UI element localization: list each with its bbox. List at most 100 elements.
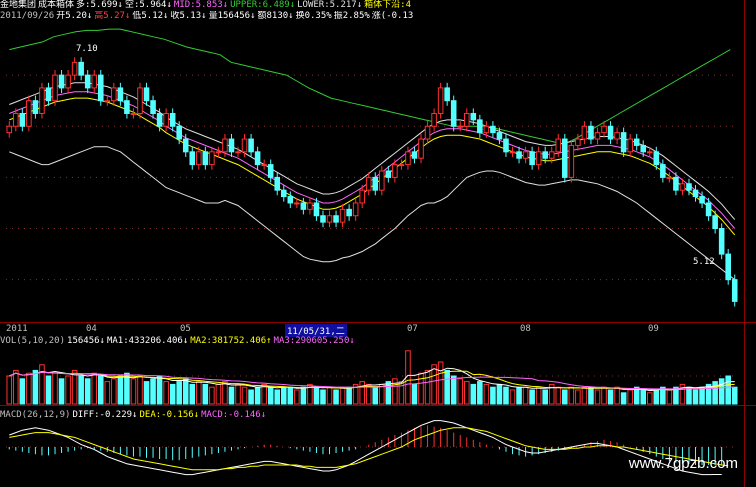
candle-body-64 [424, 125, 431, 140]
candle-body-3 [26, 100, 32, 127]
candle-body-50 [333, 215, 339, 223]
candle-body-83 [548, 151, 555, 159]
candle-body-44 [294, 202, 300, 205]
vol-bar-0 [6, 375, 13, 405]
vol-bar-5 [39, 364, 45, 405]
candle-body-9 [65, 74, 71, 89]
vol-bar-73 [483, 383, 490, 405]
vol-bar-9 [65, 375, 71, 405]
candle-body-35 [235, 151, 241, 154]
date-label-05: 05 [180, 324, 191, 334]
vol-bar-77 [509, 389, 516, 405]
candle-body-39 [261, 164, 267, 167]
candle-body-99 [653, 151, 660, 166]
macd-header-item-1: DIFF:-0.229↓ [72, 410, 138, 420]
candle-body-107 [705, 202, 712, 217]
candle-body-49 [326, 215, 333, 223]
candle-body-103 [679, 183, 686, 191]
vol-bar-49 [326, 386, 333, 405]
vol-bar-84 [555, 386, 562, 405]
vol-bar-104 [686, 386, 692, 405]
candle-body-2 [19, 112, 26, 127]
candle-body-4 [32, 100, 39, 114]
vol-bar-94 [620, 392, 627, 405]
candle-body-108 [712, 215, 718, 230]
candle-body-75 [496, 132, 503, 140]
vol-bar-89 [588, 386, 594, 405]
candle-body-38 [254, 151, 261, 166]
macd-header-item-0: MACD(26,12,9) [0, 410, 71, 420]
vol-bar-35 [235, 383, 241, 405]
vol-bar-33 [222, 381, 228, 405]
stock-chart-window: 金地集团 成本箱体 多:5.699↓ 空:5.964↓ MID:5.853↓ UPPER:… [0, 0, 756, 487]
candle-body-88 [581, 125, 588, 140]
candle-body-0 [6, 125, 13, 134]
high-price-label: 7.10 [76, 44, 98, 54]
candle-body-21 [143, 87, 150, 102]
candle-body-93 [614, 132, 620, 140]
candle-body-42 [280, 189, 287, 198]
candle-body-12 [84, 74, 91, 89]
candle-body-105 [692, 189, 699, 198]
candle-body-69 [457, 125, 464, 128]
vol-bar-3 [26, 372, 32, 405]
vol-bar-92 [607, 389, 614, 405]
candle-body-67 [444, 87, 450, 102]
candle-body-22 [150, 100, 156, 114]
low-price-label: 5.12 [693, 257, 715, 267]
vol-header-item-3: MA2:381752.406↑ [190, 336, 272, 346]
vol-bar-106 [699, 386, 705, 405]
vol-bar-6 [45, 375, 52, 405]
vol-bar-66 [437, 361, 444, 405]
vol-bar-16 [111, 378, 117, 405]
vol-bar-39 [261, 383, 267, 405]
candle-body-54 [359, 189, 365, 204]
candle-body-19 [130, 112, 137, 115]
candle-body-36 [241, 138, 248, 153]
candle-body-61 [405, 151, 411, 166]
date-label-08: 08 [520, 324, 531, 334]
candle-body-8 [58, 74, 65, 89]
candle-body-18 [124, 100, 130, 114]
vol-bar-43 [287, 386, 294, 405]
vol-bar-97 [640, 389, 647, 405]
candle-body-82 [542, 151, 548, 159]
candle-body-46 [307, 202, 313, 210]
watermark: www.7gpzb.com [628, 455, 738, 472]
vol-bar-26 [176, 381, 182, 405]
candle-body-51 [339, 208, 346, 223]
vol-bar-25 [169, 383, 176, 405]
vol-bar-67 [444, 369, 450, 405]
vol-bar-56 [372, 386, 379, 405]
candle-body-78 [516, 151, 522, 159]
candle-body-5 [39, 87, 45, 114]
candle-body-76 [503, 138, 509, 153]
candle-body-14 [97, 74, 104, 102]
candle-body-33 [222, 138, 228, 153]
vol-bar-109 [718, 378, 725, 405]
candle-body-81 [535, 151, 542, 166]
vol-bar-82 [542, 389, 548, 405]
candle-body-10 [71, 61, 78, 76]
candle-body-30 [202, 151, 209, 166]
vol-bar-85 [562, 389, 568, 405]
vol-bar-11 [78, 375, 84, 405]
candle-body-95 [627, 138, 633, 153]
candle-body-110 [725, 253, 731, 281]
candle-body-66 [437, 87, 444, 114]
vol-bar-51 [339, 386, 346, 405]
candle-body-32 [215, 151, 222, 154]
vol-bar-69 [457, 378, 464, 405]
vol-bar-29 [196, 381, 202, 405]
vol-bar-70 [463, 381, 470, 405]
candle-body-72 [477, 119, 483, 134]
candle-body-71 [470, 112, 477, 121]
vol-bar-1 [13, 369, 19, 405]
candle-body-84 [555, 138, 562, 153]
date-label-04: 04 [86, 324, 97, 334]
right-edge-separator [744, 0, 745, 487]
candle-body-80 [529, 151, 535, 166]
vol-bar-75 [496, 383, 503, 405]
candle-body-55 [365, 176, 372, 191]
macd-header: MACD(26,12,9) DIFF:-0.229↓ DEA:-0.156↓ MACD… [0, 410, 268, 421]
